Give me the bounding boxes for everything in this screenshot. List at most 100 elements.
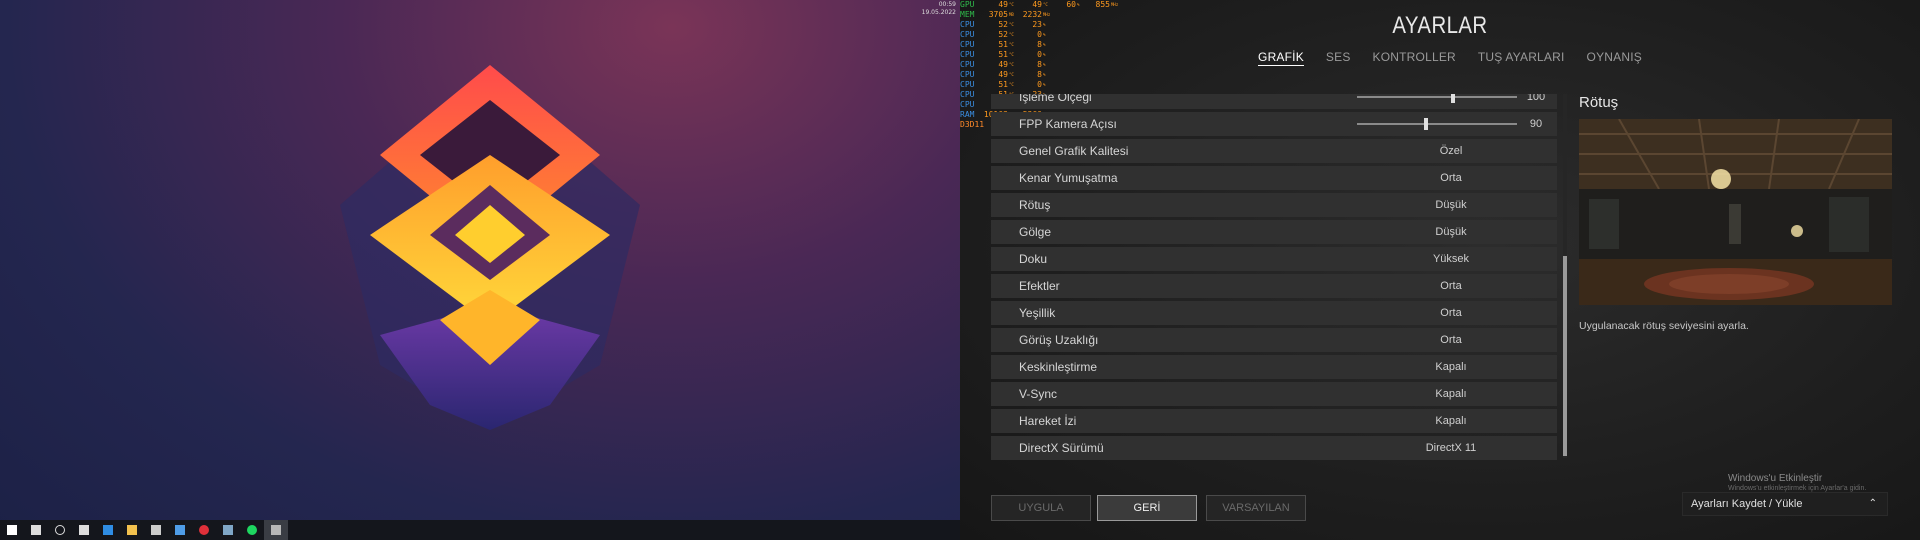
settings-scrollbar[interactable] (1563, 94, 1567, 458)
osd-cell: % (1077, 2, 1080, 7)
setting-row[interactable]: Hareket İzi Kapalı (991, 409, 1557, 433)
osd-row: CPU 49 °C 8% (960, 70, 1160, 80)
setting-value[interactable]: Kapalı (1391, 388, 1511, 400)
search-icon[interactable] (24, 520, 48, 540)
store-icon[interactable] (144, 520, 168, 540)
opera-icon[interactable] (192, 520, 216, 540)
system-clock[interactable]: 00:59 19.05.2022 (922, 1, 956, 17)
osd-row: GPU 49 °C 49 °C 60% 855 MHz (960, 0, 1160, 10)
tab-0[interactable]: GRAFİK (1258, 50, 1304, 66)
osd-cell: 8 (1037, 40, 1042, 49)
setting-value[interactable]: Orta (1391, 334, 1511, 346)
setting-slider[interactable] (1357, 118, 1517, 130)
setting-value[interactable]: Düşük (1391, 199, 1511, 211)
scroll-thumb[interactable] (1563, 256, 1567, 456)
setting-value[interactable]: Orta (1391, 280, 1511, 292)
slider-value: 90 (1529, 118, 1543, 130)
setting-value[interactable]: Düşük (1391, 226, 1511, 238)
osd-cell: 52 (998, 30, 1008, 39)
setting-row[interactable]: İşleme Ölçeği 100 (991, 94, 1557, 109)
defaults-button[interactable]: VARSAYILAN (1206, 495, 1306, 521)
osd-cell: 8 (1037, 70, 1042, 79)
setting-label: Gölge (1019, 225, 1052, 239)
search-icon-glyph (31, 525, 41, 535)
setting-label: V-Sync (1019, 387, 1058, 401)
osd-cell: °C (1009, 72, 1014, 77)
setting-row[interactable]: Rötuş Düşük (991, 193, 1557, 217)
osd-cell: 3705 (988, 10, 1008, 19)
tab-4[interactable]: OYNANIŞ (1587, 50, 1642, 66)
spotify-icon[interactable] (240, 520, 264, 540)
setting-label: Görüş Uzaklığı (1019, 333, 1099, 347)
slider-knob[interactable] (1451, 94, 1455, 103)
save-load-label: Ayarları Kaydet / Yükle (1691, 498, 1803, 510)
notepad-icon[interactable] (216, 520, 240, 540)
setting-row[interactable]: Gölge Düşük (991, 220, 1557, 244)
setting-row[interactable]: Doku Yüksek (991, 247, 1557, 271)
setting-slider[interactable] (1357, 94, 1517, 103)
osd-cell (1084, 70, 1110, 80)
osd-cell: 51 (998, 40, 1008, 49)
activation-watermark-title: Windows'u Etkinleştir (1728, 473, 1823, 484)
wallpaper-art (340, 65, 640, 430)
task-view-icon[interactable] (72, 520, 96, 540)
edge-icon[interactable] (96, 520, 120, 540)
back-button[interactable]: GERİ (1097, 495, 1197, 521)
osd-cell: °C (1009, 42, 1014, 47)
setting-value[interactable]: Kapalı (1391, 361, 1511, 373)
setting-row[interactable]: Genel Grafik Kalitesi Özel (991, 139, 1557, 163)
slider-knob[interactable] (1423, 118, 1428, 130)
osd-cell: CPU (960, 70, 975, 79)
windows-start-icon[interactable] (0, 520, 24, 540)
osd-cell: 49 (998, 70, 1008, 79)
notepad-icon-glyph (223, 525, 233, 535)
tab-3[interactable]: TUŞ AYARLARI (1478, 50, 1565, 66)
setting-label: Kenar Yumuşatma (1019, 171, 1118, 185)
osd-cell: CPU (960, 80, 975, 89)
osd-cell: GPU (960, 0, 975, 9)
osd-cell (1076, 80, 1084, 90)
setting-value[interactable]: Özel (1391, 145, 1511, 157)
setting-value[interactable]: Orta (1391, 307, 1511, 319)
page-title: AYARLAR (1392, 12, 1488, 39)
tab-1[interactable]: SES (1326, 50, 1351, 66)
setting-row[interactable]: DirectX Sürümü DirectX 11 (991, 436, 1557, 460)
setting-row[interactable]: V-Sync Kapalı (991, 382, 1557, 406)
activation-watermark-subtitle: Windows'u etkinleştirmek için Ayarlar'a … (1728, 485, 1867, 492)
preview-image (1579, 119, 1892, 305)
save-load-settings-button[interactable]: Ayarları Kaydet / Yükle ⌃ (1682, 492, 1888, 516)
mail-icon[interactable] (168, 520, 192, 540)
file-explorer-icon-glyph (127, 525, 137, 535)
osd-cell: 49 (1032, 0, 1042, 9)
setting-value[interactable]: DirectX 11 (1391, 442, 1511, 454)
cortana-icon[interactable] (48, 520, 72, 540)
osd-cell: °C (1009, 2, 1014, 7)
osd-cell (1076, 70, 1084, 80)
game-icon[interactable] (264, 520, 288, 540)
windows-start-icon-glyph (7, 525, 17, 535)
setting-label: Genel Grafik Kalitesi (1019, 144, 1129, 158)
setting-value[interactable]: Orta (1391, 172, 1511, 184)
osd-cell: MB (1009, 12, 1014, 17)
setting-row[interactable]: Efektler Orta (991, 274, 1557, 298)
osd-cell: CPU (960, 20, 975, 29)
osd-cell: CPU (960, 40, 975, 49)
setting-label: Hareket İzi (1019, 414, 1077, 428)
setting-row[interactable]: FPP Kamera Açısı 90 (991, 112, 1557, 136)
setting-row[interactable]: Keskinleştirme Kapalı (991, 355, 1557, 379)
osd-cell (1110, 70, 1118, 80)
setting-row[interactable]: Kenar Yumuşatma Orta (991, 166, 1557, 190)
setting-value[interactable]: Kapalı (1391, 415, 1511, 427)
osd-cell (1084, 80, 1110, 90)
settings-list[interactable]: İşleme Ölçeği 100 FPP Kamera Açısı 90 Genel … (991, 94, 1557, 462)
apply-button[interactable]: UYGULA (991, 495, 1091, 521)
tab-2[interactable]: KONTROLLER (1373, 50, 1456, 66)
osd-cell: % (1043, 72, 1046, 77)
setting-label: Doku (1019, 252, 1048, 266)
setting-row[interactable]: Görüş Uzaklığı Orta (991, 328, 1557, 352)
detail-title: Rötuş (1579, 94, 1619, 111)
file-explorer-icon[interactable] (120, 520, 144, 540)
osd-cell: CPU (960, 100, 975, 109)
setting-value[interactable]: Yüksek (1391, 253, 1511, 265)
setting-row[interactable]: Yeşillik Orta (991, 301, 1557, 325)
